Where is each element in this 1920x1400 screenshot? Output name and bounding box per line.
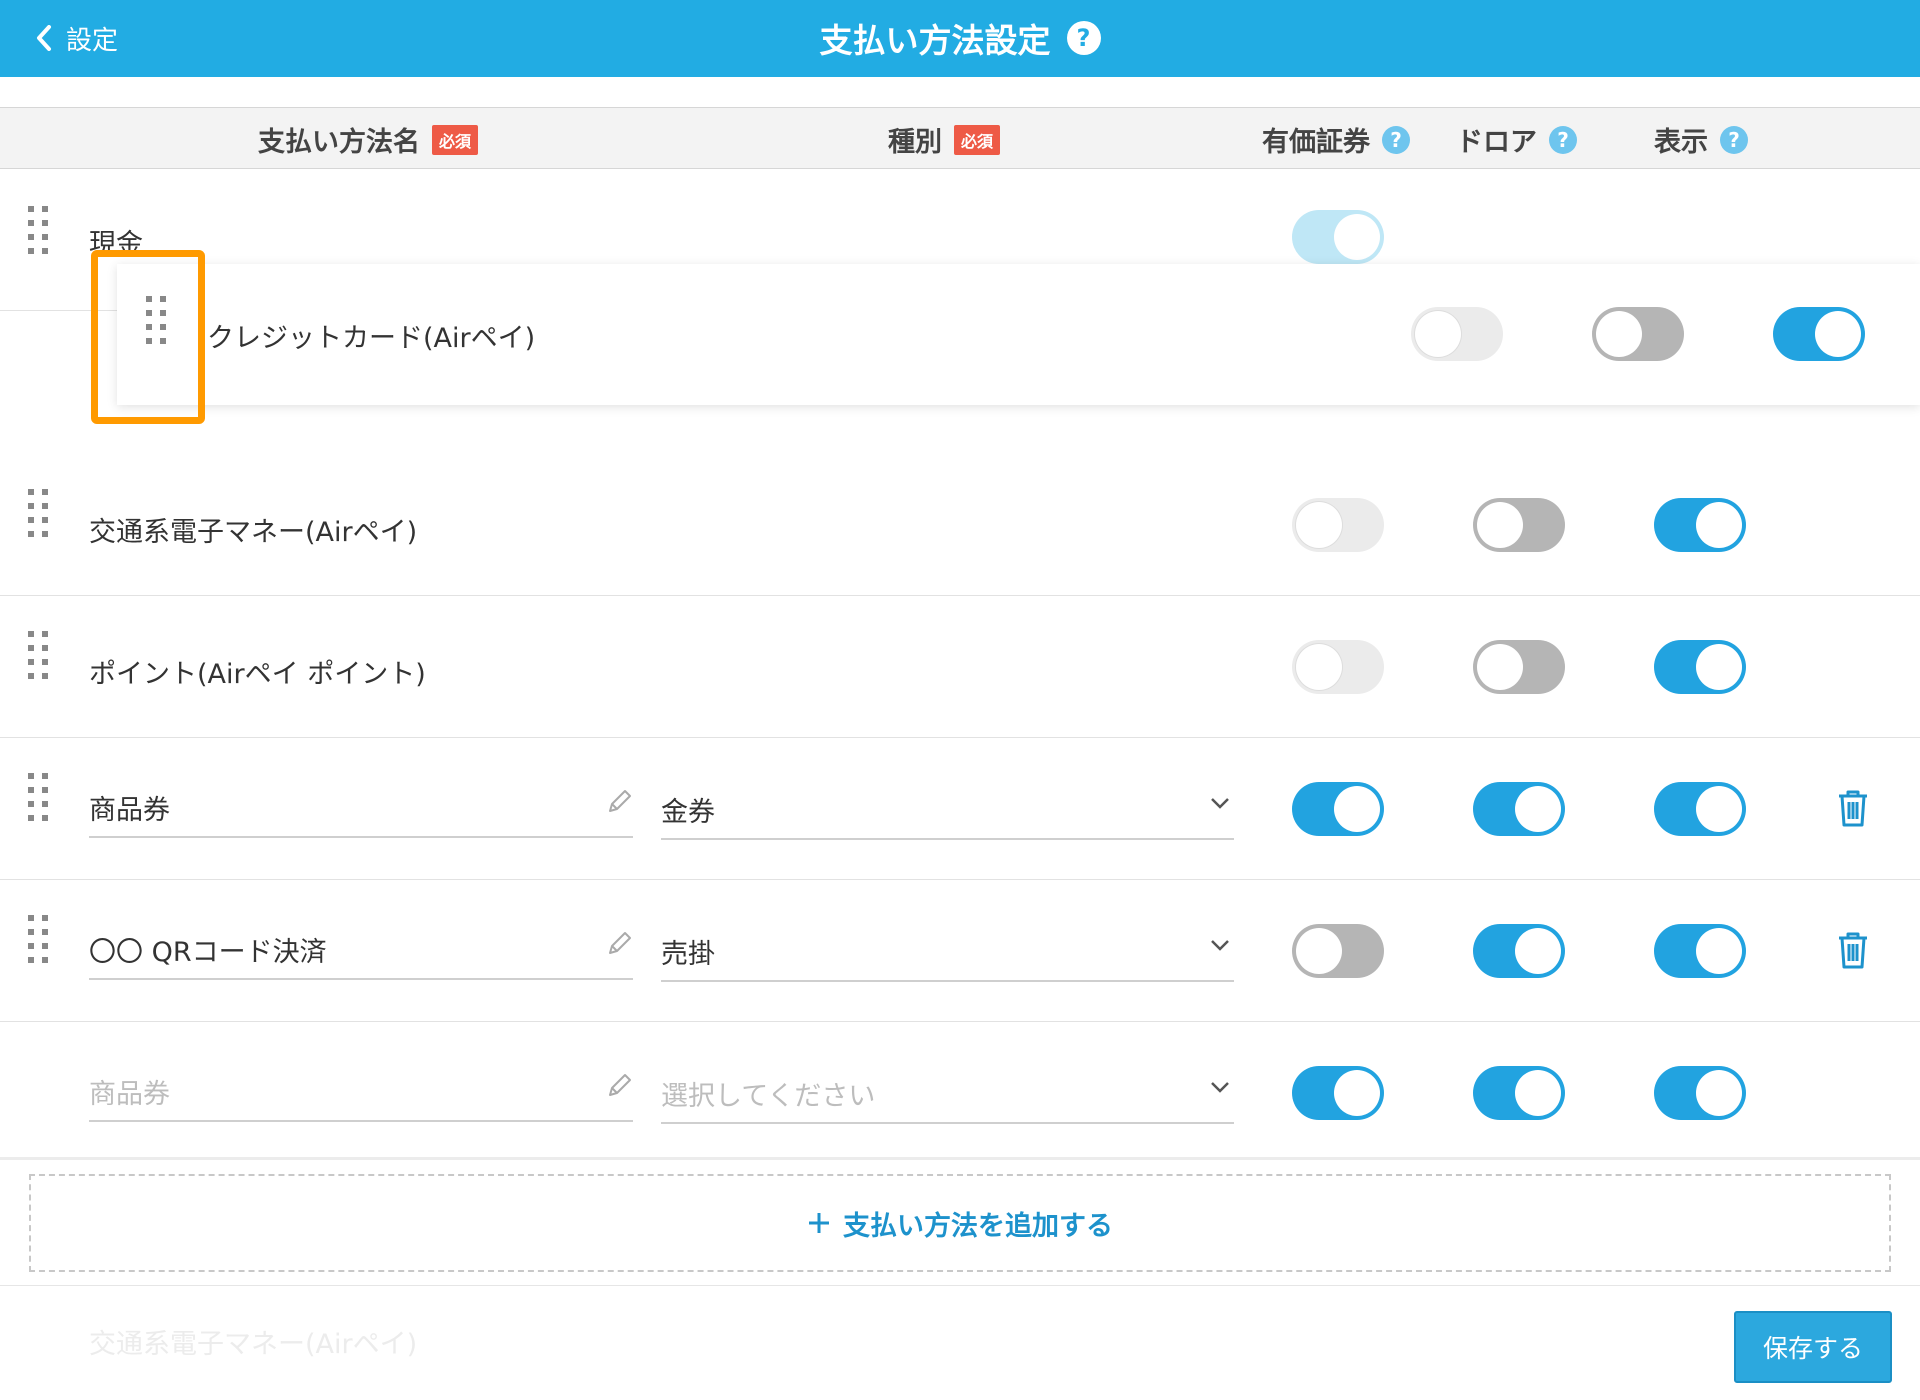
required-badge: 必須 bbox=[954, 124, 1001, 155]
type-select[interactable]: 選択してください bbox=[661, 1066, 1234, 1124]
table-row: 〇〇 QRコード決済 売掛 bbox=[0, 880, 1920, 1022]
display-toggle[interactable] bbox=[1654, 924, 1746, 978]
drag-handle-icon[interactable] bbox=[28, 773, 48, 821]
securities-toggle[interactable] bbox=[1411, 307, 1503, 361]
drawer-toggle[interactable] bbox=[1473, 924, 1565, 978]
save-button[interactable]: 保存する bbox=[1734, 1311, 1892, 1383]
add-payment-method-button[interactable]: 支払い方法を追加する bbox=[29, 1174, 1891, 1272]
chevron-down-icon bbox=[1211, 940, 1229, 951]
display-toggle[interactable] bbox=[1773, 307, 1865, 361]
column-display: 表示 ? bbox=[1654, 120, 1748, 159]
drag-handle-icon[interactable] bbox=[28, 489, 48, 537]
pencil-icon bbox=[609, 1074, 631, 1096]
display-toggle[interactable] bbox=[1654, 498, 1746, 552]
column-securities: 有価証券 ? bbox=[1262, 120, 1410, 159]
drag-handle-icon[interactable] bbox=[28, 915, 48, 963]
column-display-label: 表示 bbox=[1654, 127, 1708, 158]
column-drawer: ドロア ? bbox=[1456, 120, 1577, 159]
payment-name-value: 商品券 bbox=[89, 795, 170, 826]
add-payment-method-label: 支払い方法を追加する bbox=[843, 1210, 1113, 1242]
drag-handle-highlight bbox=[91, 250, 205, 424]
chevron-down-icon bbox=[1211, 1082, 1229, 1093]
column-securities-label: 有価証券 bbox=[1262, 127, 1370, 158]
type-select[interactable]: 売掛 bbox=[661, 924, 1234, 982]
type-value: 売掛 bbox=[661, 939, 715, 970]
page-title: 支払い方法設定 bbox=[819, 21, 1051, 60]
help-icon[interactable]: ? bbox=[1382, 125, 1410, 154]
payment-name: 交通系電子マネー(Airペイ) bbox=[89, 517, 418, 548]
securities-toggle[interactable] bbox=[1292, 1066, 1384, 1120]
drag-handle-icon[interactable] bbox=[28, 631, 48, 679]
trash-icon[interactable] bbox=[1836, 788, 1870, 828]
column-name-label: 支払い方法名 bbox=[258, 127, 420, 158]
display-toggle[interactable] bbox=[1654, 782, 1746, 836]
drawer-toggle[interactable] bbox=[1473, 640, 1565, 694]
footer: 交通系電子マネー(Airペイ) 保存する bbox=[0, 1285, 1920, 1400]
trash-icon[interactable] bbox=[1836, 930, 1870, 970]
drawer-toggle[interactable] bbox=[1592, 307, 1684, 361]
column-header: 支払い方法名 必須 種別 必須 有価証券 ? ドロア ? 表示 ? bbox=[0, 107, 1920, 169]
table-row: ポイント(Airペイ ポイント) bbox=[0, 596, 1920, 738]
securities-toggle[interactable] bbox=[1292, 210, 1384, 264]
column-type: 種別 必須 bbox=[888, 120, 1001, 159]
column-name: 支払い方法名 必須 bbox=[258, 120, 479, 159]
display-toggle[interactable] bbox=[1654, 1066, 1746, 1120]
securities-toggle[interactable] bbox=[1292, 498, 1384, 552]
payment-name: ポイント(Airペイ ポイント) bbox=[89, 659, 426, 690]
pencil-icon bbox=[609, 932, 631, 954]
app-header: 設定 支払い方法設定 ? bbox=[0, 0, 1920, 77]
securities-toggle[interactable] bbox=[1292, 924, 1384, 978]
plus-icon bbox=[809, 1213, 829, 1233]
ghost-row-text: 交通系電子マネー(Airペイ) bbox=[89, 1329, 418, 1360]
payment-name-input[interactable]: 〇〇 QRコード決済 bbox=[89, 922, 633, 980]
payment-name: クレジットカード(Airペイ) bbox=[207, 323, 536, 354]
drawer-toggle[interactable] bbox=[1473, 498, 1565, 552]
help-icon[interactable]: ? bbox=[1066, 21, 1101, 55]
type-select[interactable]: 金券 bbox=[661, 782, 1234, 840]
chevron-down-icon bbox=[1211, 798, 1229, 809]
drawer-toggle[interactable] bbox=[1473, 1066, 1565, 1120]
dragging-row[interactable]: クレジットカード(Airペイ) bbox=[117, 264, 1920, 405]
securities-toggle[interactable] bbox=[1292, 640, 1384, 694]
table-row: 商品券 金券 bbox=[0, 738, 1920, 880]
payment-name-placeholder: 商品券 bbox=[89, 1079, 170, 1110]
drawer-toggle[interactable] bbox=[1473, 782, 1565, 836]
help-icon[interactable]: ? bbox=[1549, 125, 1577, 154]
page-title-wrap: 支払い方法設定 ? bbox=[0, 14, 1920, 62]
drag-handle-icon[interactable] bbox=[28, 206, 48, 254]
pencil-icon bbox=[609, 790, 631, 812]
help-icon[interactable]: ? bbox=[1720, 125, 1748, 154]
required-badge: 必須 bbox=[432, 124, 479, 155]
type-placeholder: 選択してください bbox=[661, 1081, 876, 1112]
payment-name-input[interactable]: 商品券 bbox=[89, 780, 633, 838]
display-toggle[interactable] bbox=[1654, 640, 1746, 694]
payment-name-input[interactable]: 商品券 bbox=[89, 1064, 633, 1122]
table-row-new: 商品券 選択してください bbox=[0, 1022, 1920, 1160]
column-type-label: 種別 bbox=[888, 127, 942, 158]
type-value: 金券 bbox=[661, 797, 715, 828]
column-drawer-label: ドロア bbox=[1456, 127, 1537, 158]
securities-toggle[interactable] bbox=[1292, 782, 1384, 836]
table-row: 交通系電子マネー(Airペイ) bbox=[0, 454, 1920, 596]
payment-name-value: 〇〇 QRコード決済 bbox=[89, 937, 327, 968]
